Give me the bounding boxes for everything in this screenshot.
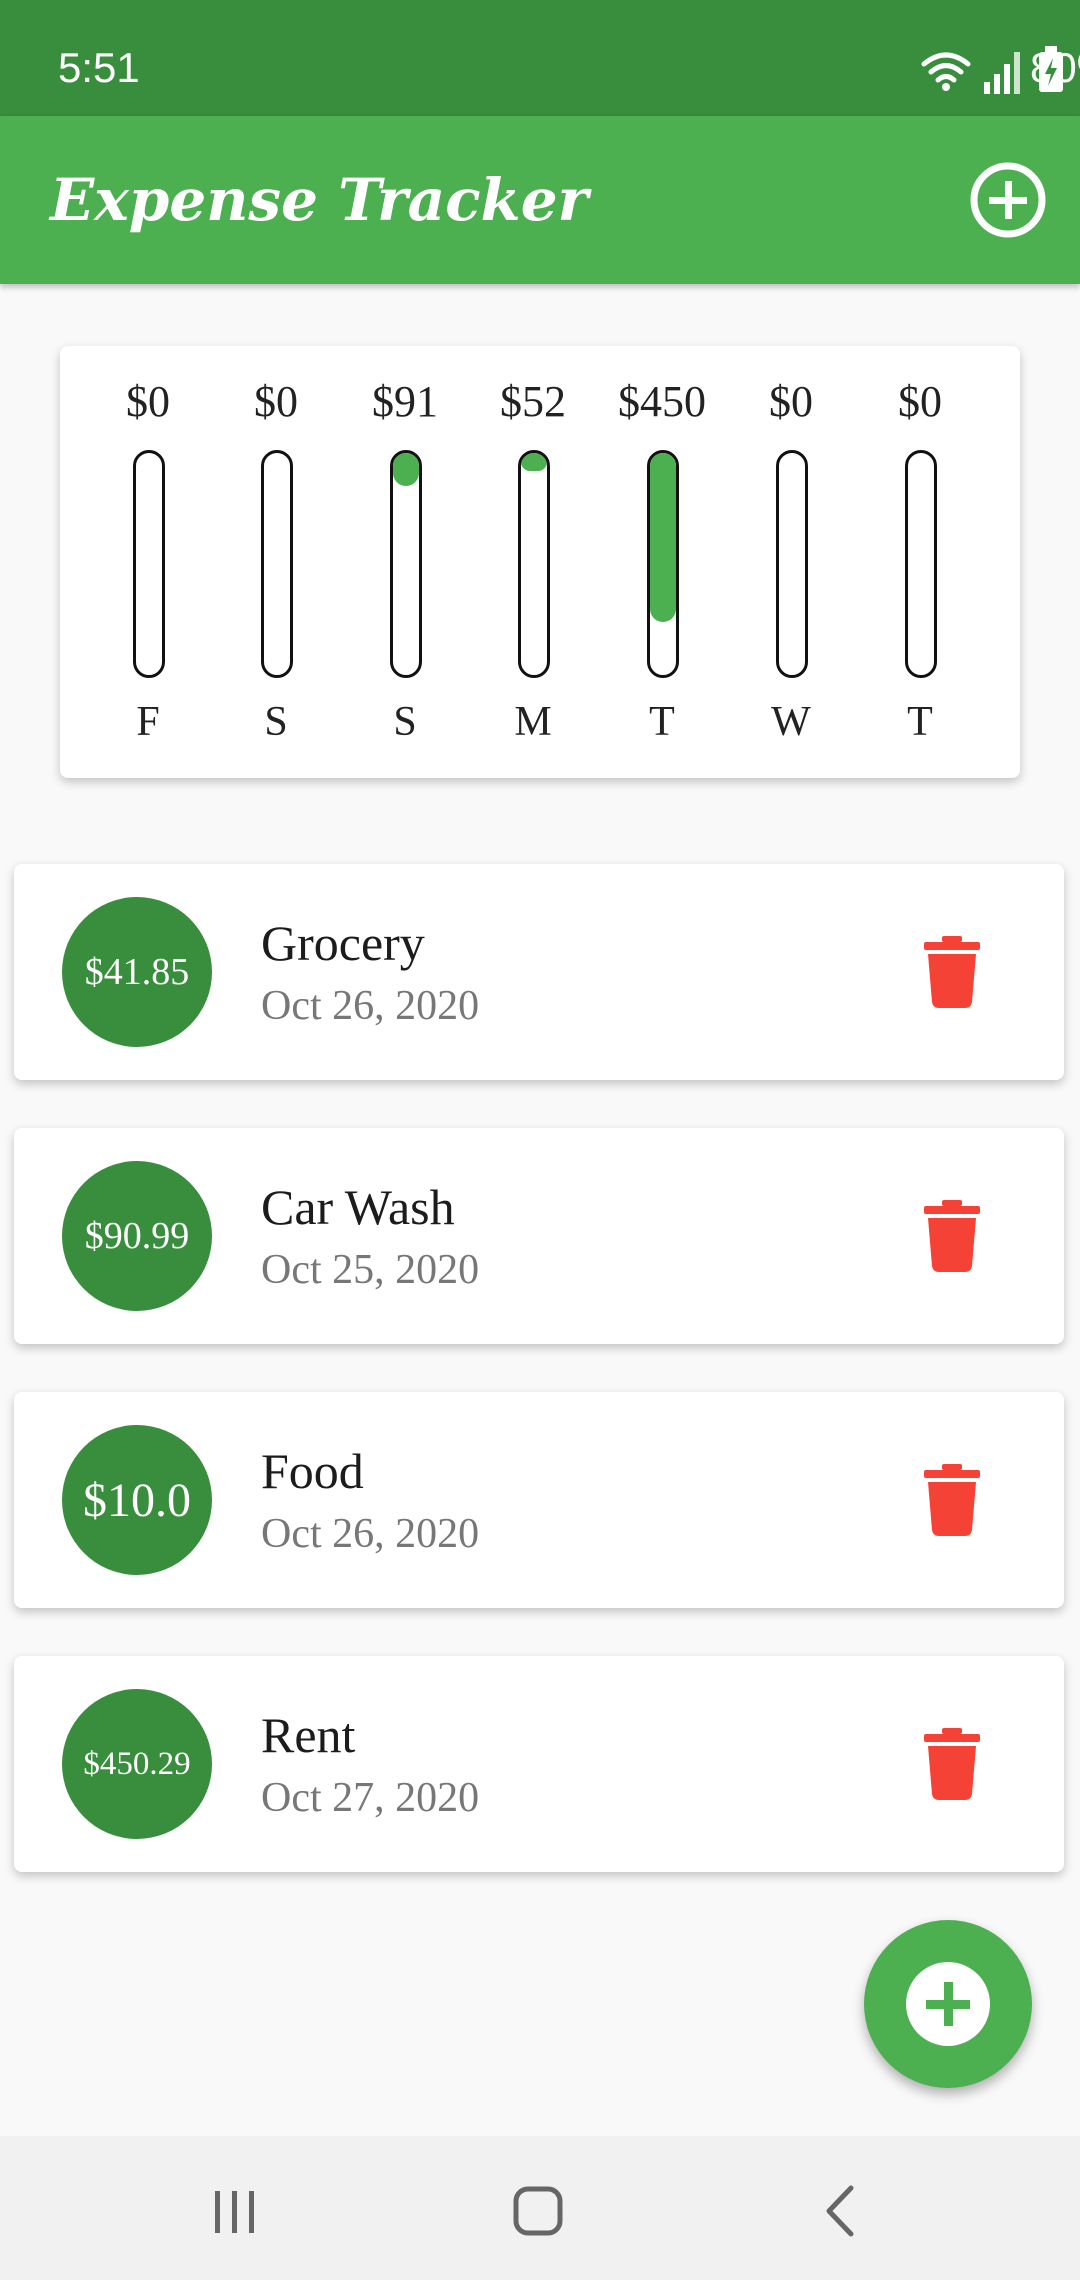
chart-bar-track bbox=[776, 450, 808, 678]
chart-bar-fill bbox=[650, 453, 676, 622]
transaction-date: Oct 27, 2020 bbox=[261, 1775, 480, 1821]
back-icon[interactable] bbox=[795, 2166, 885, 2256]
chart-bar-amount: $450 bbox=[618, 377, 706, 426]
transaction-title: Rent bbox=[261, 1707, 356, 1763]
chart-bar-column: $0 S bbox=[211, 346, 341, 778]
transaction-card: $10.0 Food Oct 26, 2020 bbox=[14, 1392, 1064, 1608]
app-title: Expense Tracker bbox=[50, 166, 589, 234]
chart-bar-track bbox=[390, 450, 422, 678]
transaction-date: Oct 26, 2020 bbox=[261, 983, 480, 1029]
chart-bar-column: $0 F bbox=[83, 346, 213, 778]
chart-bar-amount: $0 bbox=[254, 377, 298, 426]
chart-bar-amount: $0 bbox=[769, 377, 813, 426]
status-bar: 5:51 80% bbox=[0, 0, 1080, 116]
chart-bar-column: $0 T bbox=[855, 346, 985, 778]
add-transaction-fab[interactable] bbox=[864, 1920, 1032, 2088]
chart-bar-track bbox=[133, 450, 165, 678]
chart-bar-amount: $0 bbox=[126, 377, 170, 426]
chart-bar-day-label: S bbox=[264, 699, 288, 745]
transaction-amount-badge: $90.99 bbox=[62, 1161, 212, 1311]
app-bar: Expense Tracker bbox=[0, 116, 1080, 284]
trash-icon[interactable] bbox=[920, 1464, 984, 1536]
chart-bar-day-label: F bbox=[136, 699, 160, 745]
chart-bar-track bbox=[647, 450, 679, 678]
chart-bar-track bbox=[518, 450, 550, 678]
transaction-title: Car Wash bbox=[261, 1179, 455, 1235]
chart-bar-day-label: S bbox=[393, 699, 417, 745]
add-icon bbox=[926, 1982, 970, 2026]
transaction-title: Food bbox=[261, 1443, 364, 1499]
chart-bar-column: $91 S bbox=[340, 346, 470, 778]
weekly-chart-card: $0 F $0 S $91 S $52 M $450 T $0 W $0 T bbox=[60, 346, 1020, 778]
transaction-card: $450.29 Rent Oct 27, 2020 bbox=[14, 1656, 1064, 1872]
transaction-amount-badge: $41.85 bbox=[62, 897, 212, 1047]
navigation-bar bbox=[0, 2136, 1080, 2280]
home-icon[interactable] bbox=[493, 2166, 583, 2256]
status-indicators: 80% bbox=[660, 44, 1080, 100]
trash-icon[interactable] bbox=[920, 936, 984, 1008]
wifi-icon bbox=[921, 52, 971, 91]
chart-bar-fill bbox=[393, 453, 419, 487]
transaction-amount-badge: $10.0 bbox=[62, 1425, 212, 1575]
chart-bar-column: $450 T bbox=[597, 346, 727, 778]
chart-bar-track bbox=[261, 450, 293, 678]
add-circle-icon[interactable] bbox=[968, 160, 1048, 240]
battery-icon bbox=[1039, 46, 1063, 92]
chart-bar-column: $0 W bbox=[726, 346, 856, 778]
trash-icon[interactable] bbox=[920, 1728, 984, 1800]
trash-icon[interactable] bbox=[920, 1200, 984, 1272]
transaction-amount-badge: $450.29 bbox=[62, 1689, 212, 1839]
recent-apps-icon[interactable] bbox=[190, 2166, 280, 2256]
transaction-card: $90.99 Car Wash Oct 25, 2020 bbox=[14, 1128, 1064, 1344]
chart-bar-track bbox=[905, 450, 937, 678]
chart-bar-fill bbox=[521, 453, 547, 471]
transaction-title: Grocery bbox=[261, 915, 425, 971]
chart-bar-day-label: T bbox=[649, 699, 675, 745]
status-time: 5:51 bbox=[58, 44, 140, 91]
signal-icon bbox=[984, 52, 1020, 94]
transaction-card: $41.85 Grocery Oct 26, 2020 bbox=[14, 864, 1064, 1080]
chart-bar-column: $52 M bbox=[468, 346, 598, 778]
chart-bar-day-label: M bbox=[514, 699, 552, 745]
chart-bar-day-label: T bbox=[907, 699, 933, 745]
transaction-date: Oct 25, 2020 bbox=[261, 1247, 480, 1293]
chart-bar-amount: $0 bbox=[898, 377, 942, 426]
transaction-date: Oct 26, 2020 bbox=[261, 1511, 480, 1557]
chart-bar-amount: $91 bbox=[372, 377, 438, 426]
chart-bar-amount: $52 bbox=[500, 377, 566, 426]
chart-bar-day-label: W bbox=[771, 699, 811, 745]
